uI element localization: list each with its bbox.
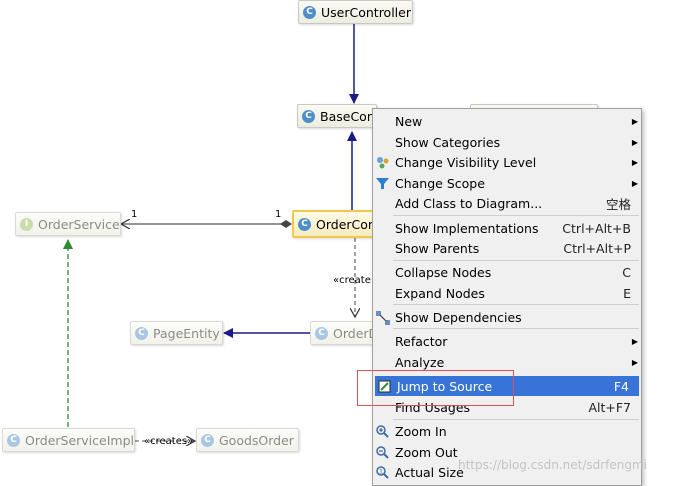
class-icon: C <box>302 109 315 123</box>
menu-item-shortcut: Ctrl+Alt+P <box>563 240 631 256</box>
menu-item-refactor[interactable]: Refactor ▶ <box>373 331 641 351</box>
menu-item-label: Refactor <box>395 333 448 349</box>
zoom-in-icon <box>375 424 390 439</box>
node-label: PageEntity <box>153 325 220 341</box>
menu-item-label: Show Parents <box>395 240 480 256</box>
menu-item-shortcut: 空格 <box>605 196 631 212</box>
creates-stereotype-label: «creates» <box>144 436 194 447</box>
menu-item-change-visibility[interactable]: Change Visibility Level ▶ <box>373 152 641 172</box>
composition-diamond <box>280 220 292 228</box>
menu-separator <box>393 419 639 420</box>
menu-item-label: Show Implementations <box>395 220 539 236</box>
multiplicity-right: 1 <box>275 209 282 220</box>
menu-item-label: Change Visibility Level <box>395 154 537 170</box>
svg-text:1: 1 <box>379 469 383 476</box>
menu-item-show-parents[interactable]: Show Parents Ctrl+Alt+P <box>373 238 641 258</box>
node-label: OrderCor <box>316 216 374 232</box>
menu-separator <box>393 260 639 261</box>
annotation-highlight-box <box>357 370 514 406</box>
class-icon: C <box>201 433 214 447</box>
submenu-arrow-icon: ▶ <box>631 116 638 126</box>
dependencies-icon <box>375 310 390 325</box>
class-icon: C <box>298 217 311 231</box>
node-label: OrderD <box>333 325 374 341</box>
node-label: OrderService <box>38 216 120 232</box>
node-page-entity[interactable]: C PageEntity <box>130 321 223 345</box>
menu-item-label: Zoom In <box>395 423 447 439</box>
node-order-service[interactable]: I OrderService <box>15 212 121 236</box>
menu-item-label: Collapse Nodes <box>395 264 492 280</box>
menu-item-add-class[interactable]: Add Class to Diagram... 空格 <box>373 193 641 213</box>
interface-icon: I <box>20 217 33 231</box>
node-order-service-impl[interactable]: C OrderServiceImpl <box>2 428 135 452</box>
menu-item-collapse-nodes[interactable]: Collapse Nodes C <box>373 262 641 282</box>
node-label: GoodsOrder <box>219 432 294 448</box>
menu-item-label: Analyze <box>395 354 445 370</box>
create-stereotype-label: «create: <box>333 275 375 286</box>
node-label: UserController <box>321 4 411 20</box>
actual-size-icon: 1 <box>375 465 390 480</box>
menu-item-label: New <box>395 113 423 129</box>
zoom-out-icon <box>375 445 390 460</box>
filter-icon <box>375 176 390 191</box>
node-order-controller[interactable]: C OrderCor <box>292 210 374 238</box>
class-icon: C <box>7 433 20 447</box>
node-label: BaseCont <box>320 108 377 124</box>
menu-item-shortcut: C <box>622 264 631 280</box>
watermark: https://blog.csdn.net/sdrfengmi <box>458 458 648 472</box>
class-icon: C <box>303 5 316 19</box>
menu-separator <box>393 328 639 329</box>
node-base-controller[interactable]: C BaseCont <box>297 104 377 128</box>
context-menu: New ▶ Show Categories ▶ Change Visibilit… <box>372 108 642 486</box>
menu-item-shortcut: E <box>623 285 631 301</box>
menu-item-zoom-in[interactable]: Zoom In <box>373 421 641 441</box>
menu-item-show-dependencies[interactable]: Show Dependencies <box>373 307 641 327</box>
menu-item-show-implementations[interactable]: Show Implementations Ctrl+Alt+B <box>373 218 641 238</box>
node-label: OrderServiceImpl <box>25 432 134 448</box>
node-order-dto[interactable]: C OrderD <box>310 321 374 345</box>
submenu-arrow-icon: ▶ <box>631 336 638 346</box>
menu-item-label: Change Scope <box>395 175 485 191</box>
menu-item-label: Actual Size <box>395 464 464 480</box>
class-icon: C <box>135 326 148 340</box>
menu-item-shortcut: F4 <box>613 378 629 394</box>
submenu-arrow-icon: ▶ <box>631 137 638 147</box>
class-icon: C <box>315 326 328 340</box>
visibility-icon <box>375 155 390 170</box>
menu-item-label: Show Categories <box>395 134 501 150</box>
menu-item-label: Zoom Out <box>395 444 458 460</box>
submenu-arrow-icon: ▶ <box>631 178 638 188</box>
menu-item-new[interactable]: New ▶ <box>373 111 641 131</box>
menu-item-shortcut: Alt+F7 <box>588 399 631 415</box>
submenu-arrow-icon: ▶ <box>631 357 638 367</box>
menu-item-expand-nodes[interactable]: Expand Nodes E <box>373 283 641 303</box>
menu-item-label: Add Class to Diagram... <box>395 195 543 211</box>
multiplicity-left: 1 <box>131 209 138 220</box>
menu-item-show-categories[interactable]: Show Categories ▶ <box>373 132 641 152</box>
menu-separator <box>393 304 639 305</box>
menu-separator <box>393 215 639 216</box>
menu-item-label: Expand Nodes <box>395 285 485 301</box>
menu-item-shortcut: Ctrl+Alt+B <box>562 220 631 236</box>
node-goods-order[interactable]: C GoodsOrder <box>196 428 299 452</box>
menu-item-label: Show Dependencies <box>395 309 522 325</box>
node-user-controller[interactable]: C UserController <box>298 0 413 24</box>
submenu-arrow-icon: ▶ <box>631 157 638 167</box>
menu-item-change-scope[interactable]: Change Scope ▶ <box>373 173 641 193</box>
menu-item-analyze[interactable]: Analyze ▶ <box>373 352 641 372</box>
